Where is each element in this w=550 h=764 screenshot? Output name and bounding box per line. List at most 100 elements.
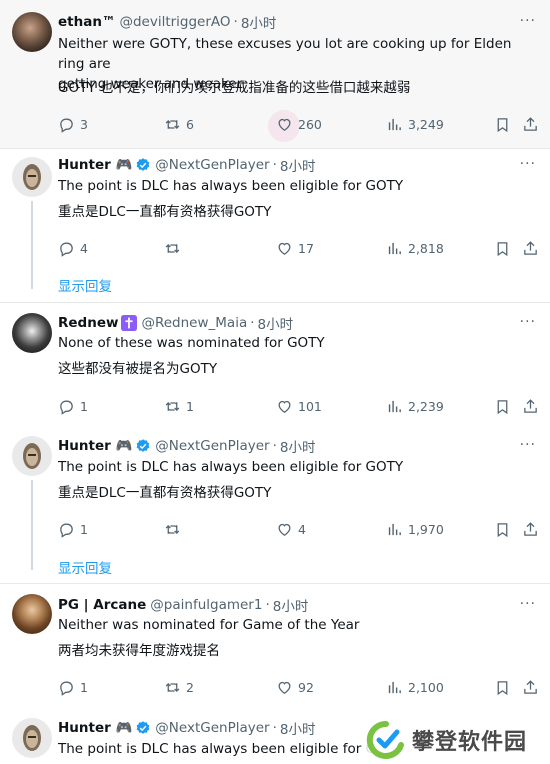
reply-button[interactable]: 1 — [58, 679, 88, 696]
user-handle[interactable]: @painfulgamer1 — [150, 597, 262, 613]
views-button[interactable]: 2,818 — [386, 240, 444, 257]
bookmark-icon — [497, 400, 508, 415]
repost-button[interactable] — [164, 521, 186, 538]
views-count: 1,970 — [408, 522, 444, 537]
bookmark-button[interactable] — [494, 679, 511, 696]
avatar[interactable] — [12, 157, 52, 197]
reply-button[interactable]: 3 — [58, 116, 88, 133]
tweet[interactable]: PG | Arcane @painfulgamer1 · 8小时 ··· Nei… — [0, 584, 550, 710]
show-replies-link[interactable]: 显示回复 — [58, 275, 112, 295]
user-handle[interactable]: @Rednew_Maia — [141, 315, 247, 331]
cross-badge-icon — [121, 315, 138, 331]
views-button[interactable]: 2,239 — [386, 398, 444, 415]
timestamp[interactable]: 8小时 — [280, 155, 316, 175]
display-name[interactable]: PG | Arcane — [58, 597, 146, 613]
repost-count: 2 — [186, 680, 194, 695]
reply-icon — [60, 118, 73, 133]
display-name[interactable]: Hunter 🎮 — [58, 438, 132, 454]
user-handle[interactable]: @NextGenPlayer — [155, 438, 269, 454]
tweet-header: Hunter 🎮 @NextGenPlayer · 8小时 — [58, 718, 315, 738]
bookmark-icon — [497, 523, 508, 538]
more-options-icon[interactable]: ··· — [520, 156, 536, 172]
tweet-translation: 这些都没有被提名为GOTY — [58, 361, 218, 377]
watermark-text: 攀登软件园 — [412, 730, 528, 755]
avatar-image — [23, 725, 41, 751]
timestamp[interactable]: 8小时 — [273, 595, 309, 615]
reply-button[interactable]: 4 — [58, 240, 88, 257]
views-button[interactable]: 1,970 — [386, 521, 444, 538]
bookmark-button[interactable] — [494, 116, 511, 133]
tweet-text: The point is DLC has always been eligibl… — [58, 459, 404, 475]
like-button[interactable]: 101 — [276, 398, 322, 415]
share-button[interactable] — [522, 679, 539, 696]
avatar-image — [23, 164, 41, 190]
reply-button[interactable]: 1 — [58, 398, 88, 415]
tweet-actions: 3 6 260 3,249 — [0, 116, 550, 136]
more-options-icon[interactable]: ··· — [520, 314, 536, 330]
tweet-header: Hunter 🎮 @NextGenPlayer · 8小时 — [58, 155, 315, 175]
repost-button[interactable]: 1 — [164, 398, 194, 415]
bookmark-button[interactable] — [494, 521, 511, 538]
reply-count: 1 — [80, 680, 88, 695]
like-count: 101 — [298, 399, 322, 414]
timestamp[interactable]: 8小时 — [241, 12, 277, 32]
tweet[interactable]: Rednew @Rednew_Maia · 8小时 ··· None of th… — [0, 303, 550, 428]
tweet-translation: GOTY 也不是，你们为埃尔登戒指准备的这些借口越来越弱 — [58, 80, 411, 96]
display-name[interactable]: ethan™ — [58, 14, 115, 30]
tweet-actions: 1 4 1,970 — [0, 521, 550, 541]
display-name[interactable]: Hunter 🎮 — [58, 157, 132, 173]
share-button[interactable] — [522, 521, 539, 538]
repost-icon — [165, 120, 180, 129]
timestamp[interactable]: 8小时 — [258, 313, 294, 333]
more-options-icon[interactable]: ··· — [520, 13, 536, 29]
tweet-actions: 1 2 92 2,100 — [0, 679, 550, 699]
heart-icon — [278, 523, 291, 536]
verified-badge-icon — [135, 157, 151, 173]
more-options-icon[interactable]: ··· — [520, 437, 536, 453]
timestamp[interactable]: 8小时 — [280, 436, 316, 456]
share-button[interactable] — [522, 398, 539, 415]
avatar[interactable] — [12, 12, 52, 52]
views-icon — [388, 242, 401, 255]
user-handle[interactable]: @NextGenPlayer — [155, 157, 269, 173]
like-button[interactable]: 260 — [276, 116, 322, 133]
more-options-icon[interactable]: ··· — [520, 596, 536, 612]
tweet[interactable]: ethan™ @deviltriggerAO · 8小时 ··· Neither… — [0, 0, 550, 148]
repost-button[interactable]: 2 — [164, 679, 194, 696]
views-button[interactable]: 3,249 — [386, 116, 444, 133]
like-button[interactable]: 92 — [276, 679, 314, 696]
repost-count: 1 — [186, 399, 194, 414]
like-count: 17 — [298, 241, 314, 256]
avatar[interactable] — [12, 436, 52, 476]
timestamp[interactable]: 8小时 — [280, 718, 316, 738]
display-name[interactable]: Rednew — [58, 315, 118, 331]
share-button[interactable] — [522, 116, 539, 133]
tweet[interactable]: Hunter 🎮 @NextGenPlayer · 8小时 ··· The po… — [0, 428, 550, 583]
tweet-text: Neither was nominated for Game of the Ye… — [58, 617, 360, 633]
user-handle[interactable]: @deviltriggerAO — [119, 14, 230, 30]
bookmark-button[interactable] — [494, 240, 511, 257]
avatar[interactable] — [12, 313, 52, 353]
avatar[interactable] — [12, 594, 52, 634]
share-button[interactable] — [522, 240, 539, 257]
views-icon — [388, 400, 401, 413]
user-handle[interactable]: @NextGenPlayer — [155, 720, 269, 736]
like-button[interactable]: 4 — [276, 521, 306, 538]
views-button[interactable]: 2,100 — [386, 679, 444, 696]
reply-count: 1 — [80, 399, 88, 414]
repost-button[interactable] — [164, 240, 186, 257]
views-count: 2,818 — [408, 241, 444, 256]
bookmark-button[interactable] — [494, 398, 511, 415]
avatar[interactable] — [12, 718, 52, 758]
tweet[interactable]: Hunter 🎮 @NextGenPlayer · 8小时 ··· The po… — [0, 149, 550, 302]
tweet-translation: 重点是DLC一直都有资格获得GOTY — [58, 485, 272, 501]
show-replies-link[interactable]: 显示回复 — [58, 557, 112, 577]
reply-button[interactable]: 1 — [58, 521, 88, 538]
reply-count: 3 — [80, 117, 88, 132]
tweet-header: PG | Arcane @painfulgamer1 · 8小时 — [58, 595, 308, 615]
tweet-actions: 1 1 101 2,239 — [0, 398, 550, 418]
like-button[interactable]: 17 — [276, 240, 314, 257]
display-name[interactable]: Hunter 🎮 — [58, 720, 132, 736]
repost-button[interactable]: 6 — [164, 116, 194, 133]
reply-icon — [60, 400, 73, 415]
